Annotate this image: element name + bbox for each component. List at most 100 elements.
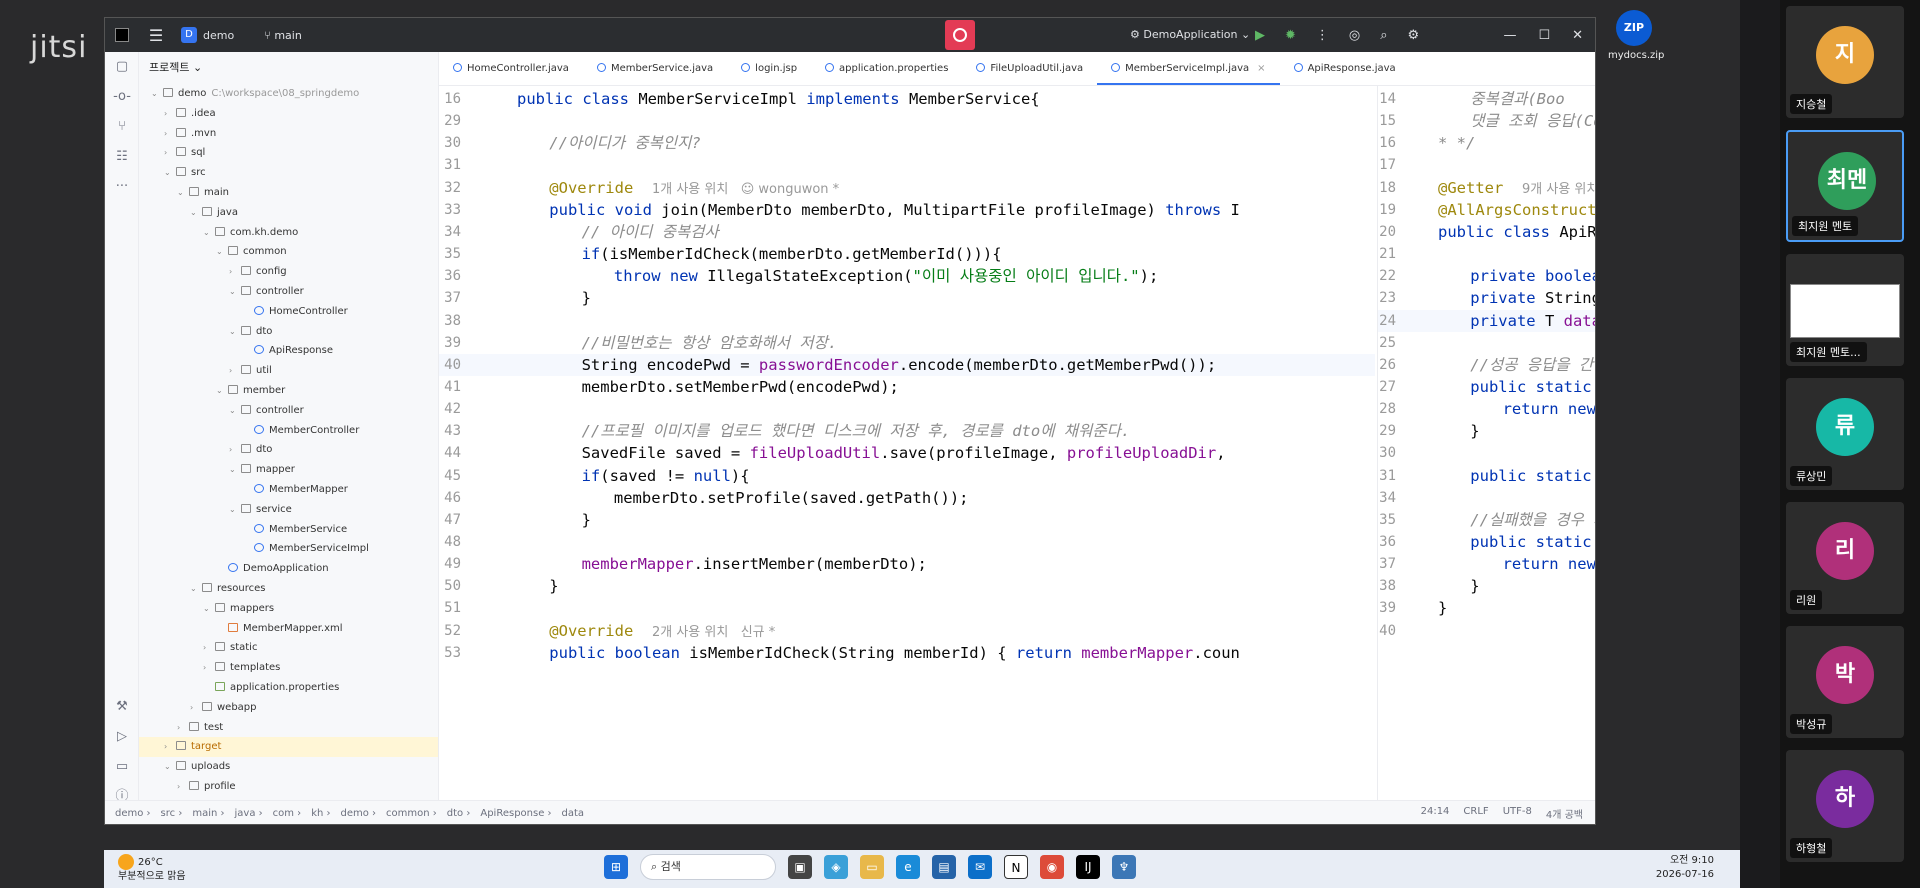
widgets-icon[interactable]: ◈ [824,855,848,879]
breadcrumb-item[interactable]: demo › [341,808,377,819]
tree-item[interactable]: ⌄ member [139,381,438,401]
editor-tab[interactable]: ApiResponse.java [1280,52,1410,85]
more-tools-icon[interactable]: ··· [105,172,139,202]
tree-item[interactable]: › .idea [139,104,438,124]
editor-tab[interactable]: application.properties [811,52,962,85]
participant-tile[interactable]: 최멘 최지원 멘토 [1786,130,1904,242]
tree-item[interactable]: MemberMapper [139,480,438,500]
taskbar-clock[interactable]: 오전 9:10 2026-07-16 [1656,854,1714,882]
tree-item[interactable]: › webapp [139,698,438,718]
tree-item[interactable]: ⌄ common [139,242,438,262]
project-switcher[interactable]: demo [203,29,234,42]
build-icon[interactable]: ⚒ [105,692,139,722]
tree-item[interactable]: application.properties [139,678,438,698]
line-separator[interactable]: CRLF [1463,806,1488,821]
tree-item[interactable]: ApiResponse [139,341,438,361]
participant-tile[interactable]: 하 하형철 [1786,750,1904,862]
participant-tile[interactable]: 지 지승철 [1786,6,1904,118]
tree-item[interactable]: › config [139,262,438,282]
breadcrumb-item[interactable]: ApiResponse › [480,808,551,819]
tree-item[interactable]: ⌄ src [139,163,438,183]
tree-item[interactable]: ⌄ resources [139,579,438,599]
tree-item[interactable]: ⌄ mapper [139,460,438,480]
cursor-position[interactable]: 24:14 [1421,806,1450,821]
main-menu-icon[interactable]: ☰ [141,26,171,45]
editor-tab[interactable]: MemberService.java [583,52,727,85]
indent-setting[interactable]: 4개 공백 [1546,806,1583,821]
python-icon[interactable]: ♆ [1112,855,1136,879]
tree-item[interactable]: ⌄ controller [139,282,438,302]
search-icon[interactable]: ⌕ [1380,28,1387,43]
tree-item[interactable]: ⌄ java [139,203,438,223]
file-encoding[interactable]: UTF-8 [1503,806,1532,821]
breadcrumb-item[interactable]: common › [386,808,437,819]
run-config-selector[interactable]: ⚙ DemoApplication ⌄ [1130,18,1250,52]
tree-item[interactable]: MemberServiceImpl [139,539,438,559]
tree-item[interactable]: ⌄ controller [139,401,438,421]
ai-assistant-icon[interactable]: ◎ [1349,28,1360,43]
tree-item[interactable]: ⌄ dto [139,322,438,342]
breadcrumb-item[interactable]: demo › [115,808,151,819]
tree-item[interactable]: › sql [139,143,438,163]
tree-item[interactable]: ⌄ com.kh.demo [139,223,438,243]
tree-item[interactable]: ⌄ uploads [139,757,438,777]
commit-tool-icon[interactable]: -o- [105,82,139,112]
editor-tab[interactable]: FileUploadUtil.java [962,52,1097,85]
breadcrumb-item[interactable]: main › [192,808,224,819]
maximize-icon[interactable]: ☐ [1538,28,1550,43]
mail-icon[interactable]: ✉ [968,855,992,879]
store-icon[interactable]: ▤ [932,855,956,879]
settings-icon[interactable]: ⚙ [1408,28,1420,43]
run-icon[interactable]: ▶ [1255,28,1265,43]
more-icon[interactable]: ⋮ [1316,28,1329,43]
minimize-icon[interactable]: — [1503,28,1516,43]
intellij-icon[interactable]: IJ [1076,855,1100,879]
tree-item[interactable]: MemberService [139,520,438,540]
tree-item[interactable]: HomeController [139,302,438,322]
tree-item[interactable]: DemoApplication [139,559,438,579]
editor-split[interactable]: 14 중복결과(Boo 15 댓글 조회 응답(Comm 16 * */ 17 18 @Gett… [1377,86,1595,800]
tree-item[interactable]: › profile [139,777,438,797]
task-view-icon[interactable]: ▣ [788,855,812,879]
project-tool-icon[interactable]: ▢ [105,52,139,82]
debug-icon[interactable]: ✹ [1285,28,1296,43]
participant-tile[interactable]: 리 리원 [1786,502,1904,614]
start-icon[interactable]: ⊞ [604,855,628,879]
tree-item[interactable]: ⌄ service [139,500,438,520]
tree-item[interactable]: ⌄ main [139,183,438,203]
tree-item[interactable]: › static [139,638,438,658]
terminal-icon[interactable]: ▭ [105,752,139,782]
tree-item[interactable]: MemberController [139,421,438,441]
tree-item[interactable]: › templates [139,658,438,678]
tree-item[interactable]: › util [139,361,438,381]
branch-switcher[interactable]: ⑂ main [264,29,302,42]
tab-close-icon[interactable]: × [1257,63,1265,74]
tree-item[interactable]: › .mvn [139,124,438,144]
recording-indicator[interactable] [945,20,975,50]
desktop-zip-icon[interactable]: ZIP mydocs.zip [1608,10,1664,61]
edge-icon[interactable]: e [896,855,920,879]
breadcrumb-item[interactable]: src › [161,808,183,819]
tree-item[interactable]: ⌄ mappers [139,599,438,619]
tree-item[interactable]: › test [139,718,438,738]
breadcrumb-item[interactable]: kh › [311,808,330,819]
weather-widget[interactable]: 26°C 부분적으로 맑음 [118,854,186,883]
close-icon[interactable]: ✕ [1572,28,1583,43]
pull-request-icon[interactable]: ⑂ [105,112,139,142]
notion-icon[interactable]: N [1004,855,1028,879]
editor-main[interactable]: 16 public class MemberServiceImpl impleme… [439,86,1375,800]
editor-tab[interactable]: login.jsp [727,52,811,85]
run-tool-icon[interactable]: ▷ [105,722,139,752]
structure-icon[interactable]: ☷ [105,142,139,172]
editor-tab[interactable]: HomeController.java [439,52,583,85]
project-panel-header[interactable]: 프로젝트 ⌄ [139,52,438,84]
chrome-icon[interactable]: ◉ [1040,855,1064,879]
breadcrumb-item[interactable]: dto › [447,808,471,819]
participant-tile[interactable]: 박 박성규 [1786,626,1904,738]
participant-tile[interactable]: 최지원 멘토... [1786,254,1904,366]
tree-item[interactable]: › target [139,737,438,758]
breadcrumb-item[interactable]: com › [273,808,302,819]
breadcrumb-item[interactable]: java › [235,808,263,819]
participant-tile[interactable]: 류 류상민 [1786,378,1904,490]
tree-item[interactable]: MemberMapper.xml [139,619,438,639]
